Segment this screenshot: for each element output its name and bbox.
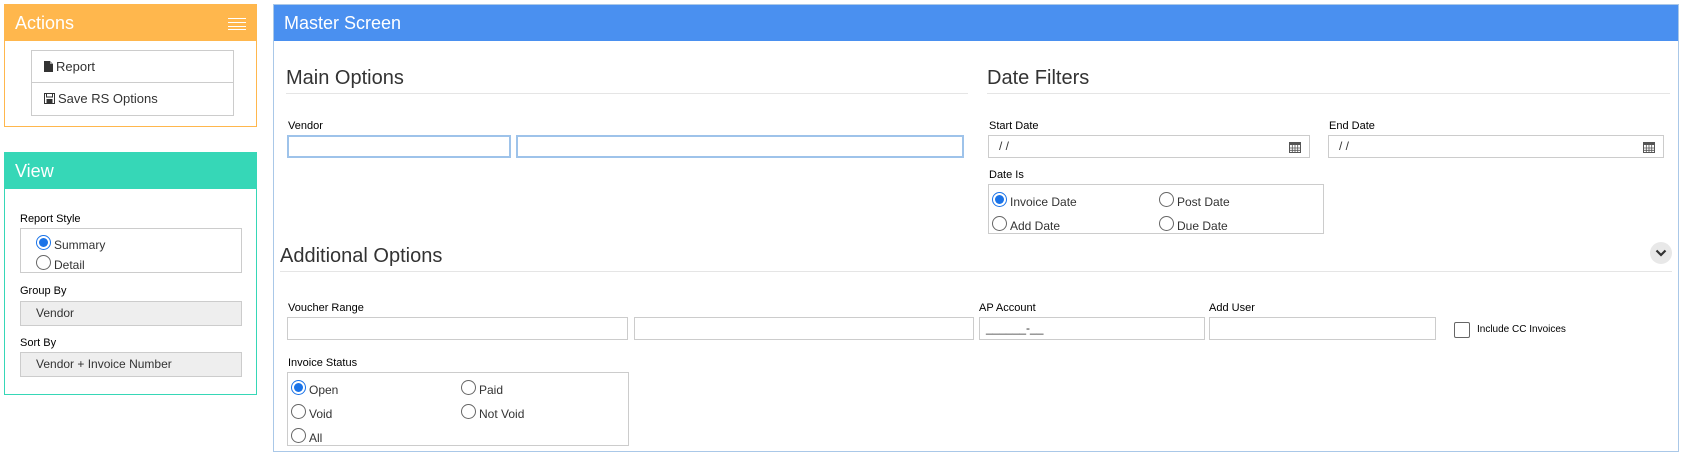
report-label: Report [56, 59, 96, 74]
report-button[interactable]: Report [31, 50, 234, 83]
date-is-group: Invoice Date Post Date Add Date Due Date [988, 184, 1324, 234]
save-rs-options-label: Save RS Options [58, 91, 158, 106]
radio-due-date[interactable]: Due Date [1159, 213, 1228, 233]
radio-dot [36, 254, 51, 270]
radio-void[interactable]: Void [291, 401, 332, 421]
radio-add-date[interactable]: Add Date [992, 213, 1060, 233]
vendor-label: Vendor [288, 120, 323, 132]
vendor-name-input[interactable] [516, 135, 964, 158]
radio-detail[interactable]: Detail [36, 252, 85, 272]
sort-by-select[interactable]: Vendor + Invoice Number [20, 352, 242, 377]
add-user-input[interactable] [1209, 317, 1436, 340]
radio-not-void[interactable]: Not Void [461, 401, 524, 421]
action-list: Report Save RS Options [31, 50, 234, 116]
master-title: Master Screen [284, 13, 402, 33]
radio-open[interactable]: Open [291, 377, 338, 397]
include-cc-invoices-checkbox[interactable] [1454, 322, 1470, 338]
save-rs-options-button[interactable]: Save RS Options [31, 83, 234, 116]
voucher-from-input[interactable] [287, 317, 628, 340]
vendor-code-input[interactable] [287, 135, 511, 158]
radio-dot [291, 427, 306, 443]
voucher-to-input[interactable] [634, 317, 974, 340]
end-date-label: End Date [1329, 120, 1375, 132]
additional-options-title: Additional Options [280, 245, 443, 267]
radio-dot [1159, 215, 1174, 231]
ap-account-input[interactable]: ______-__ [979, 317, 1205, 340]
calendar-icon[interactable] [1289, 141, 1301, 153]
radio-paid[interactable]: Paid [461, 377, 503, 397]
invoice-status-label: Invoice Status [288, 357, 358, 369]
radio-dot [36, 234, 51, 250]
ap-account-label: AP Account [979, 302, 1036, 314]
chevron-down-icon [1655, 249, 1667, 257]
radio-dot [461, 403, 476, 419]
date-filters-divider [987, 93, 1670, 94]
group-by-select[interactable]: Vendor [20, 301, 242, 326]
radio-dot [992, 191, 1007, 207]
date-filters-title: Date Filters [987, 67, 1090, 89]
view-header: View [5, 153, 256, 189]
group-by-label: Group By [20, 285, 67, 297]
menu-icon[interactable] [228, 18, 246, 30]
voucher-range-label: Voucher Range [288, 302, 364, 314]
main-options-divider [286, 93, 968, 94]
radio-dot [291, 403, 306, 419]
radio-dot [1159, 191, 1174, 207]
start-date-input[interactable]: / / [988, 135, 1310, 158]
radio-dot [291, 379, 306, 395]
save-icon [44, 93, 55, 104]
report-style-label: Report Style [20, 213, 81, 225]
include-cc-invoices-label: Include CC Invoices [1477, 324, 1566, 335]
radio-dot [461, 379, 476, 395]
calendar-icon[interactable] [1643, 141, 1655, 153]
start-date-label: Start Date [989, 120, 1039, 132]
file-icon [44, 61, 53, 72]
actions-title: Actions [15, 13, 75, 33]
actions-panel: Actions Report Save RS Options [4, 4, 257, 127]
view-panel: View Report Style Summary Detail Group B… [4, 152, 257, 395]
date-is-label: Date Is [989, 169, 1024, 181]
report-style-group: Summary Detail [20, 228, 242, 273]
add-user-label: Add User [1209, 302, 1255, 314]
view-title: View [15, 161, 54, 181]
actions-header: Actions [5, 5, 256, 41]
radio-post-date[interactable]: Post Date [1159, 189, 1230, 209]
end-date-input[interactable]: / / [1328, 135, 1664, 158]
radio-dot [992, 215, 1007, 231]
radio-all[interactable]: All [291, 425, 322, 445]
collapse-toggle[interactable] [1650, 242, 1672, 264]
radio-invoice-date[interactable]: Invoice Date [992, 189, 1077, 209]
main-options-title: Main Options [286, 67, 404, 89]
additional-options-divider [280, 271, 1672, 272]
radio-summary[interactable]: Summary [36, 232, 105, 252]
master-header: Master Screen [274, 5, 1678, 41]
sort-by-label: Sort By [20, 337, 57, 349]
master-screen-panel: Master Screen Main Options Vendor Date F… [273, 4, 1679, 452]
invoice-status-group: Open Paid Void Not Void All [287, 372, 629, 446]
